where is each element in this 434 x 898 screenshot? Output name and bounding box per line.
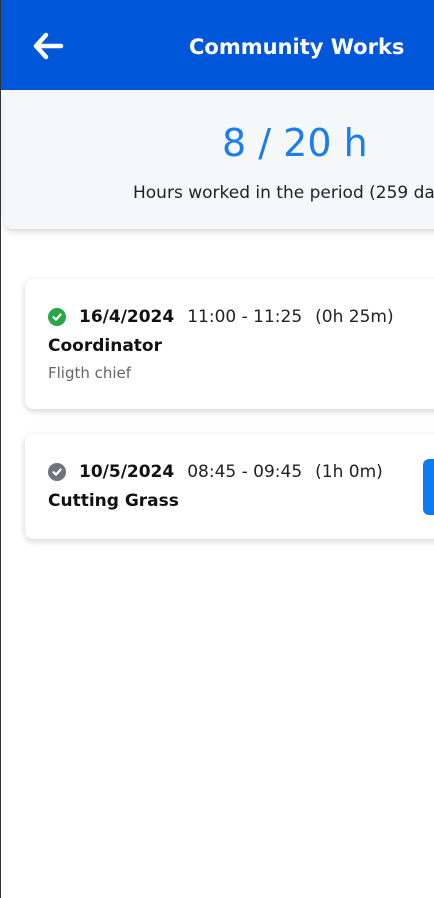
entry-date: 16/4/2024 <box>79 307 175 327</box>
check-circle-icon <box>48 308 66 326</box>
arrow-left-icon <box>33 32 64 60</box>
entry-role: Coordinator <box>48 336 162 356</box>
work-entry-card[interactable]: 10/5/2024 08:45 - 09:45 (1h 0m) Cutting … <box>25 434 434 539</box>
hours-summary-panel: 8 / 20 h Hours worked in the period (259… <box>4 90 434 229</box>
work-entry-card[interactable]: 16/4/2024 11:00 - 11:25 (0h 25m) Coordin… <box>25 279 434 409</box>
hours-progress-value: 8 / 20 h <box>222 121 368 165</box>
entry-time-range: 08:45 - 09:45 <box>187 462 303 482</box>
entry-action-button[interactable] <box>423 459 434 515</box>
entry-duration: (1h 0m) <box>315 462 383 482</box>
entry-meta-row: 16/4/2024 11:00 - 11:25 (0h 25m) <box>48 307 394 327</box>
check-circle-icon <box>48 463 66 481</box>
entry-description: Fligth chief <box>48 364 132 382</box>
entry-date: 10/5/2024 <box>79 462 175 482</box>
entry-duration: (0h 25m) <box>315 307 394 327</box>
entry-role: Cutting Grass <box>48 491 179 511</box>
entry-time-range: 11:00 - 11:25 <box>187 307 303 327</box>
app-screen: Community Works 8 / 20 h Hours worked in… <box>0 0 434 898</box>
hours-period-label: Hours worked in the period (259 day <box>133 183 434 203</box>
back-button[interactable] <box>29 28 67 64</box>
app-header: Community Works <box>1 0 434 90</box>
entry-meta-row: 10/5/2024 08:45 - 09:45 (1h 0m) <box>48 462 383 482</box>
page-title: Community Works <box>189 35 405 59</box>
